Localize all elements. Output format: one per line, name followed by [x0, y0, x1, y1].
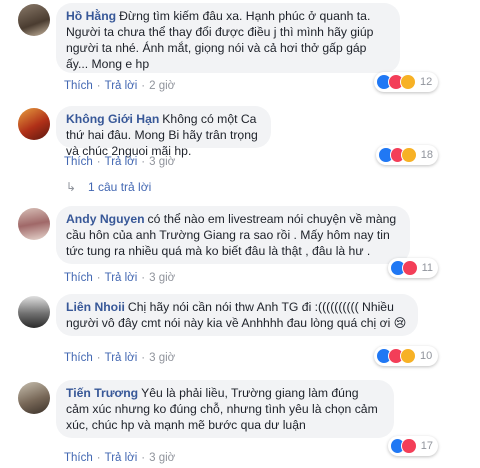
comment-author[interactable]: Hồ Hằng [66, 9, 116, 23]
comment-actions: Thích · Trả lời · 3 giờ [64, 272, 176, 284]
comment-bubble: Andy Nguyen có thể nào em livestream nói … [56, 206, 410, 264]
like-link[interactable]: Thích [64, 272, 93, 284]
comment-bubble: Tiến Trương Yêu là phải liều, Trường gian… [56, 380, 394, 438]
like-link[interactable]: Thích [64, 352, 93, 364]
comment-actions: Thích · Trả lời · 3 giờ [64, 352, 176, 364]
like-link[interactable]: Thích [64, 156, 93, 168]
reaction-summary[interactable]: 18 [376, 145, 438, 165]
reply-link[interactable]: Trả lời [105, 156, 138, 168]
comment-time[interactable]: 2 giờ [149, 80, 175, 92]
reply-link[interactable]: Trả lời [105, 352, 138, 364]
wow-icon [401, 147, 417, 163]
love-icon [401, 438, 417, 454]
reaction-summary[interactable]: 12 [374, 72, 438, 92]
love-icon [401, 260, 418, 276]
reaction-summary[interactable]: 10 [374, 346, 438, 366]
reply-link[interactable]: Trả lời [105, 80, 138, 92]
like-link[interactable]: Thích [64, 452, 93, 464]
comment-actions: Thích · Trả lời · 2 giờ [64, 80, 176, 92]
comment-bubble: Không Giới Hạn Không có một Ca thứ hai đâ… [56, 106, 271, 158]
comment-author[interactable]: Tiến Trương [66, 386, 138, 400]
comment-bubble: Hồ Hằng Đừng tìm kiếm đâu xa. Hạnh phúc ở… [56, 3, 400, 73]
reaction-summary[interactable]: 11 [388, 258, 438, 278]
reaction-count: 10 [420, 350, 433, 362]
reaction-count: 11 [421, 262, 433, 274]
reply-link[interactable]: Trả lời [105, 452, 138, 464]
reaction-count: 12 [420, 76, 433, 88]
like-link[interactable]: Thích [64, 80, 93, 92]
comment-time[interactable]: 3 giờ [149, 156, 175, 168]
comment-actions: Thích · Trả lời · 3 giờ [64, 156, 176, 168]
comment-author[interactable]: Không Giới Hạn [66, 112, 159, 126]
avatar[interactable] [18, 4, 50, 36]
comment-author[interactable]: Andy Nguyen [66, 212, 145, 226]
comment-time[interactable]: 3 giờ [149, 352, 175, 364]
comment-author[interactable]: Liên Nhoii [66, 300, 125, 314]
comment-bubble: Liên Nhoii Chị hãy nói cần nói thw Anh TG… [56, 294, 418, 336]
reaction-summary[interactable]: 17 [388, 436, 438, 456]
avatar[interactable] [18, 382, 50, 414]
reply-arrow-icon: ↳ [66, 180, 77, 194]
view-replies-link[interactable]: ↳ 1 câu trả lời [66, 180, 151, 194]
haha-icon [400, 74, 416, 90]
reaction-count: 17 [420, 440, 433, 452]
avatar[interactable] [18, 208, 50, 240]
haha-icon [400, 348, 416, 364]
reaction-count: 18 [420, 149, 433, 161]
comment-time[interactable]: 3 giờ [149, 452, 175, 464]
reply-link[interactable]: Trả lời [105, 272, 138, 284]
comment-actions: Thích · Trả lời · 3 giờ [64, 452, 176, 464]
avatar[interactable] [18, 296, 50, 328]
avatar[interactable] [18, 108, 50, 140]
comment-time[interactable]: 3 giờ [149, 272, 175, 284]
